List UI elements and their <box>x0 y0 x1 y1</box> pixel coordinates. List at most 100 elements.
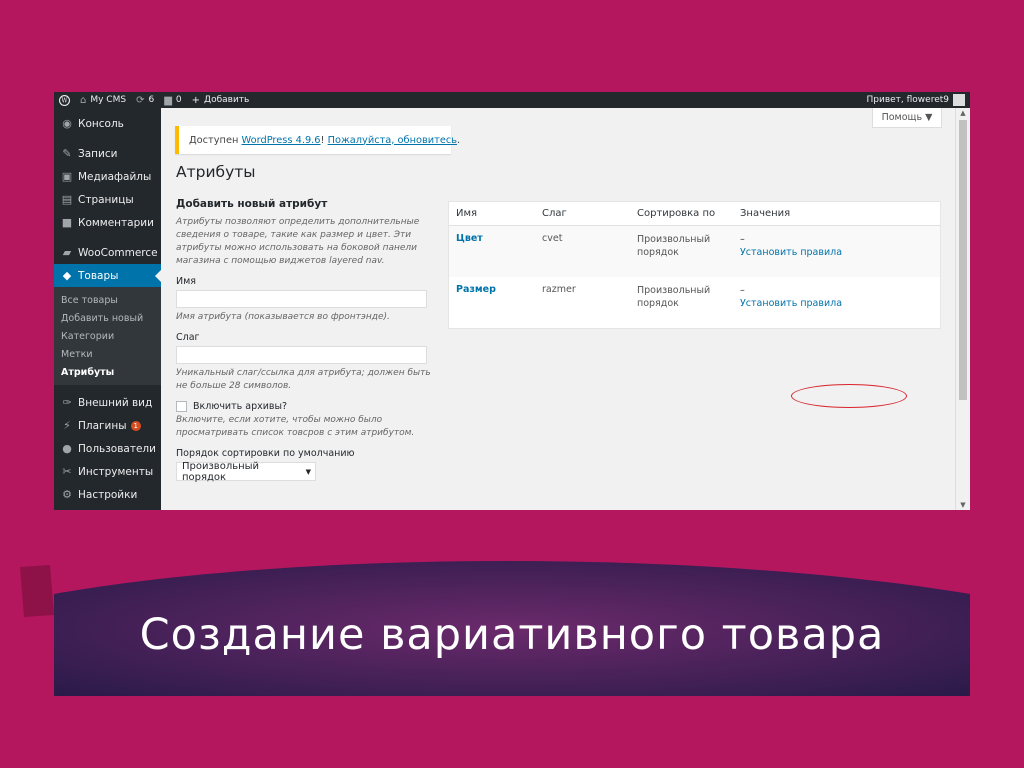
users-icon: ● <box>62 442 72 455</box>
attribute-slug-input[interactable] <box>176 346 427 364</box>
configure-terms-link[interactable]: Установить правила <box>740 297 940 310</box>
sidebar-item-settings[interactable]: ⚙ Настройки <box>54 483 161 506</box>
notice-prefix: Доступен <box>189 134 239 146</box>
scroll-up-arrow-icon[interactable]: ▲ <box>956 108 970 118</box>
products-submenu: Все товары Добавить новый Категории Метк… <box>54 287 161 385</box>
appearance-icon: ✑ <box>62 396 72 409</box>
site-name-link[interactable]: ⌂ My CMS <box>75 92 131 108</box>
attribute-sort: Произвольный порядок <box>637 285 711 309</box>
submenu-item-tags[interactable]: Метки <box>54 345 161 363</box>
attribute-values: – Установить правила <box>740 284 940 328</box>
settings-icon: ⚙ <box>62 488 72 501</box>
archives-label: Включить архивы? <box>193 401 288 412</box>
submenu-item-attributes[interactable]: Атрибуты <box>54 363 161 381</box>
vertical-scrollbar[interactable]: ▲ ▼ <box>955 108 970 510</box>
main-content: Помощь ▼ Доступен WordPress 4.9.6! Пожал… <box>161 108 970 510</box>
woocommerce-icon: ▰ <box>62 246 72 259</box>
values-dash: – <box>740 285 745 296</box>
attributes-table: Имя Слаг Сортировка по Значения Цвет cve… <box>448 201 941 329</box>
flag-decoration <box>20 565 54 617</box>
comment-bubble-icon: ▆ <box>164 94 172 106</box>
sort-order-select[interactable]: Произвольный порядок ▼ <box>176 460 316 483</box>
plugins-icon: ⚡ <box>63 419 71 432</box>
site-name: My CMS <box>90 95 127 105</box>
sidebar-item-posts[interactable]: ✎ Записи <box>54 142 161 165</box>
sidebar-item-label: Настройки <box>78 488 138 501</box>
sidebar-item-users[interactable]: ● Пользователи <box>54 437 161 460</box>
dropdown-arrow-icon: ▼ <box>305 467 311 476</box>
sidebar-item-products[interactable]: ◆ Товары <box>54 264 161 287</box>
attribute-name-input[interactable] <box>176 290 427 308</box>
enable-archives-checkbox[interactable] <box>176 401 187 412</box>
slide-title: Создание вариативного товара <box>139 610 885 660</box>
column-header-slug[interactable]: Слаг <box>542 208 637 219</box>
attribute-name-link[interactable]: Размер <box>449 284 542 328</box>
title-banner: Создание вариативного товара <box>54 560 970 696</box>
table-row: Размер razmer Произвольный порядок – Уст… <box>449 277 940 328</box>
comments-count: 0 <box>175 95 182 105</box>
products-icon: ◆ <box>62 269 72 282</box>
sidebar-item-label: Записи <box>78 147 118 160</box>
slug-label: Слаг <box>176 332 200 343</box>
sidebar-item-label: Внешний вид <box>78 396 153 409</box>
user-account-link[interactable]: Привет, floweret9 <box>861 92 970 108</box>
updates-icon: ⟳ <box>136 94 145 106</box>
form-intro: Атрибуты позволяют определить дополнител… <box>176 217 420 266</box>
sidebar-item-plugins[interactable]: ⚡ Плагины 1 <box>54 414 161 437</box>
update-now-link[interactable]: Пожалуйста, обновитесь <box>328 135 457 146</box>
submenu-item-categories[interactable]: Категории <box>54 327 161 345</box>
sidebar-item-media[interactable]: ▣ Медиафайлы <box>54 165 161 188</box>
update-notice: Доступен WordPress 4.9.6! Пожалуйста, об… <box>175 126 460 154</box>
sidebar-item-pages[interactable]: ▤ Страницы <box>54 188 161 211</box>
submenu-item-all-products[interactable]: Все товары <box>54 291 161 309</box>
sidebar-item-tools[interactable]: ✂ Инструменты <box>54 460 161 483</box>
column-header-name[interactable]: Имя <box>449 208 542 219</box>
pages-icon: ▤ <box>61 193 73 206</box>
attribute-sort: Произвольный порядок <box>637 234 711 258</box>
sort-order-label: Порядок сортировки по умолчанию <box>176 448 355 459</box>
pin-icon: ✎ <box>62 147 72 160</box>
column-header-sort[interactable]: Сортировка по <box>637 207 740 220</box>
updates-link[interactable]: ⟳ 6 <box>131 92 159 108</box>
dashboard-icon: ◉ <box>62 117 72 130</box>
page-title: Атрибуты <box>176 163 256 181</box>
scrollbar-thumb[interactable] <box>959 120 967 400</box>
sidebar-item-comments[interactable]: ■ Комментарии <box>54 211 161 234</box>
wordpress-logo-icon[interactable]: W <box>54 92 75 108</box>
sidebar-item-label: Плагины <box>78 419 127 432</box>
add-new-link[interactable]: + Добавить <box>187 92 255 108</box>
slug-help: Уникальный слаг/ссылка для атрибута; дол… <box>176 368 431 391</box>
sort-order-value: Произвольный порядок <box>182 460 260 483</box>
plugins-update-badge: 1 <box>130 420 142 431</box>
home-icon: ⌂ <box>80 94 87 106</box>
sidebar-item-woocommerce[interactable]: ▰ WooCommerce <box>54 241 161 264</box>
name-label: Имя <box>176 276 196 287</box>
submenu-item-add-new[interactable]: Добавить новый <box>54 309 161 327</box>
screenshot-frame: W ⌂ My CMS ⟳ 6 ▆ 0 + Добавить Привет, fl… <box>54 92 970 510</box>
add-new-label: Добавить <box>204 95 250 105</box>
sidebar-item-label: Страницы <box>78 193 134 206</box>
values-dash: – <box>740 234 745 245</box>
media-icon: ▣ <box>61 170 73 183</box>
wordpress-version-link[interactable]: WordPress 4.9.6 <box>242 135 321 146</box>
user-greeting: Привет, floweret9 <box>866 95 949 105</box>
help-tab-button[interactable]: Помощь ▼ <box>872 108 942 128</box>
svg-text:W: W <box>61 97 68 104</box>
configure-terms-link[interactable]: Установить правила <box>740 246 940 259</box>
attribute-values: – Установить правила <box>740 233 940 277</box>
sidebar-item-label: Пользователи <box>78 442 156 455</box>
attribute-name-link[interactable]: Цвет <box>449 233 542 277</box>
scroll-down-arrow-icon[interactable]: ▼ <box>956 500 970 510</box>
column-header-values[interactable]: Значения <box>740 207 940 220</box>
updates-count: 6 <box>148 95 155 105</box>
admin-bar: W ⌂ My CMS ⟳ 6 ▆ 0 + Добавить Привет, fl… <box>54 92 970 108</box>
tools-icon: ✂ <box>62 465 72 478</box>
sidebar-item-dashboard[interactable]: ◉ Консоль <box>54 112 161 135</box>
highlight-circle <box>791 384 907 408</box>
attribute-slug: razmer <box>542 284 576 295</box>
sidebar-item-label: Медиафайлы <box>78 170 152 183</box>
sidebar-item-label: Комментарии <box>78 216 154 229</box>
table-row: Цвет cvet Произвольный порядок – Установ… <box>449 226 940 277</box>
sidebar-item-appearance[interactable]: ✑ Внешний вид <box>54 391 161 414</box>
comments-link[interactable]: ▆ 0 <box>159 92 186 108</box>
